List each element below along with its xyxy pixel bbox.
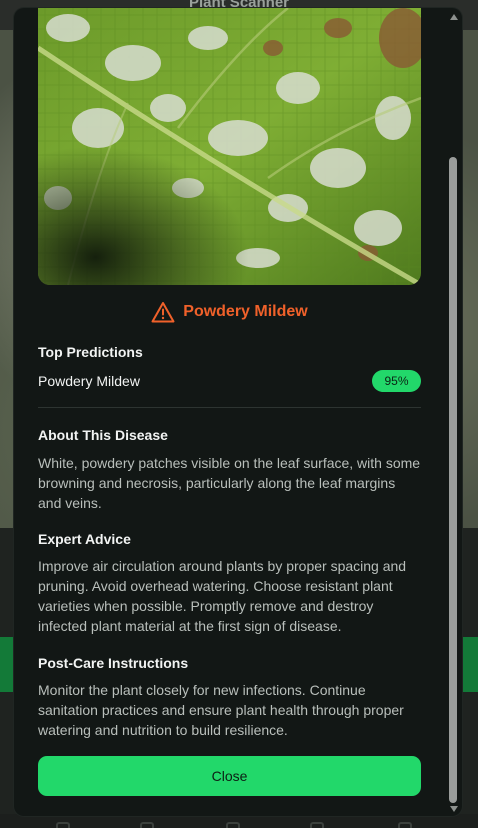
expert-advice-text: Improve air circulation around plants by… [38,558,407,634]
scrollbar-thumb[interactable] [449,157,457,803]
prediction-row: Powdery Mildew 95% [38,370,421,392]
nav-settings-icon [398,822,412,828]
post-care-heading: Post-Care Instructions [38,655,189,671]
post-care-text: Monitor the plant closely for new infect… [38,682,404,738]
background-bottom-nav [0,814,478,828]
prediction-name: Powdery Mildew [38,373,140,389]
nav-scan-icon [140,822,154,828]
about-heading: About This Disease [38,427,168,443]
divider [38,407,421,408]
about-text: White, powdery patches visible on the le… [38,455,421,511]
expert-advice-heading: Expert Advice [38,531,131,547]
nav-chat-icon [310,822,324,828]
disease-name: Powdery Mildew [183,303,308,320]
confidence-badge: 95% [372,370,421,392]
scroll-down-arrow-icon[interactable] [450,806,458,812]
disease-result-modal: Powdery Mildew Top Predictions Powdery M… [14,8,462,816]
leaf-photo [38,8,421,285]
disease-title: Powdery Mildew [38,301,421,323]
top-predictions-heading: Top Predictions [38,344,143,360]
scroll-up-arrow-icon[interactable] [450,14,458,20]
close-button[interactable]: Close [38,756,421,796]
nav-library-icon [226,822,240,828]
nav-home-icon [56,822,70,828]
scrollbar[interactable] [446,8,462,816]
warning-triangle-icon [151,302,175,323]
